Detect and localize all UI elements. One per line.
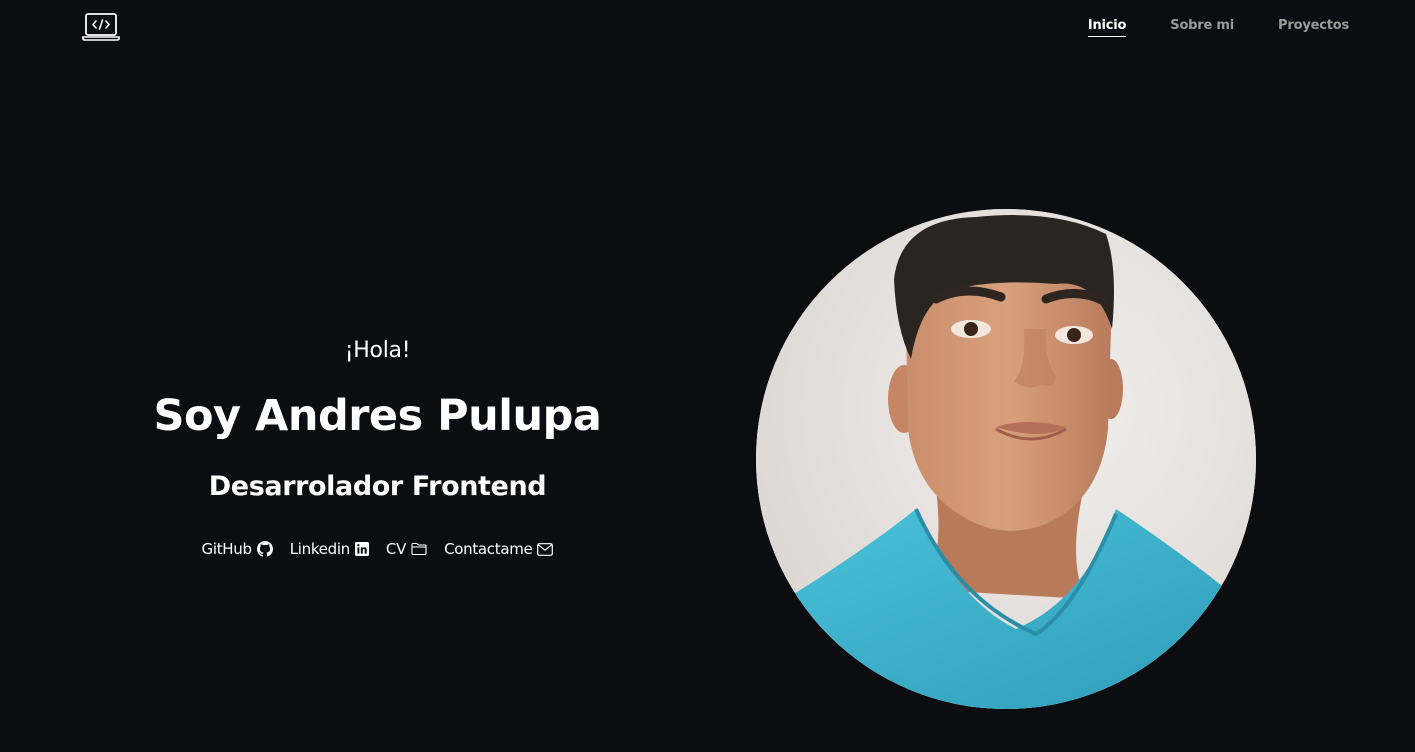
profile-photo: [756, 209, 1256, 709]
linkedin-link-label: Linkedin: [289, 540, 351, 558]
contact-link[interactable]: Contactame: [444, 540, 554, 558]
github-link-label: GitHub: [201, 540, 252, 558]
page: Inicio Sobre mi Proyectos ¡Hola! Soy And…: [0, 0, 1415, 752]
hero-name: Soy Andres Pulupa: [153, 391, 602, 441]
github-icon: [256, 541, 273, 557]
nav-item-proyectos[interactable]: Proyectos: [1278, 18, 1349, 37]
code-laptop-icon[interactable]: [82, 12, 120, 42]
linkedin-link[interactable]: Linkedin: [290, 540, 369, 558]
linkedin-icon: [354, 542, 369, 556]
social-links: GitHub Linkedin CV Contactame: [140, 540, 615, 558]
cv-link[interactable]: CV: [386, 540, 427, 558]
nav-item-sobre-mi[interactable]: Sobre mi: [1170, 18, 1234, 37]
main-nav: Inicio Sobre mi Proyectos: [1087, 18, 1349, 37]
mail-icon: [537, 542, 554, 556]
hero-text: ¡Hola! Soy Andres Pulupa Desarrolador Fr…: [140, 336, 615, 558]
nav-item-inicio[interactable]: Inicio: [1087, 18, 1126, 37]
cv-link-label: CV: [385, 540, 407, 558]
greeting: ¡Hola!: [344, 338, 411, 363]
folder-icon: [411, 542, 427, 556]
github-link[interactable]: GitHub: [202, 540, 273, 558]
contact-link-label: Contactame: [444, 540, 533, 558]
hero-role: Desarrolador Frontend: [208, 471, 547, 502]
